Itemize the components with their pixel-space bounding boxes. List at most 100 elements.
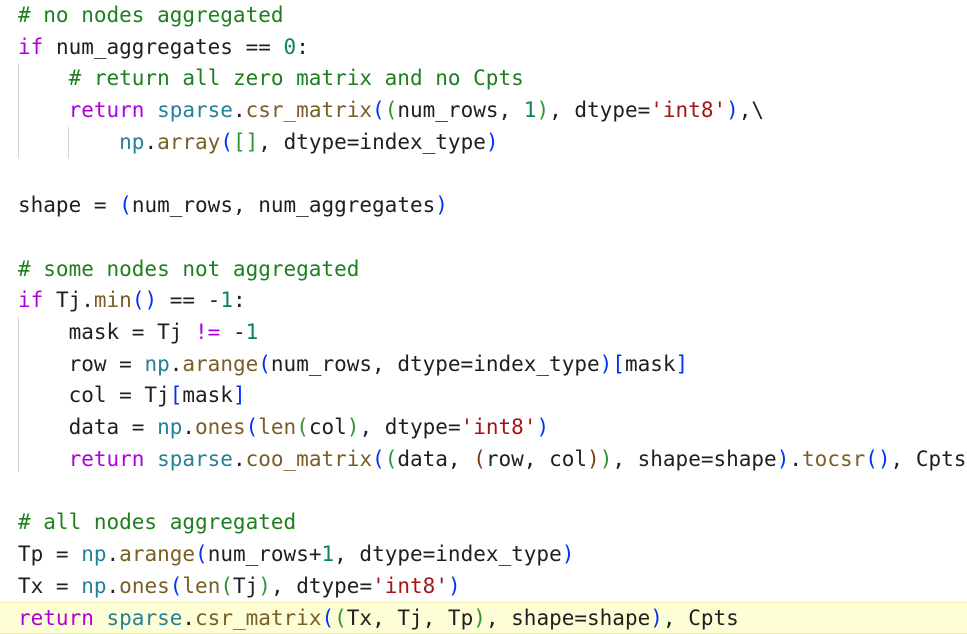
code-token: )	[258, 573, 271, 598]
code-token: 1	[245, 320, 259, 344]
code-token: (	[384, 446, 398, 471]
code-token: .	[182, 415, 196, 440]
code-token: sparse	[106, 606, 183, 631]
code-token: arange	[119, 541, 196, 566]
code-token: (	[220, 129, 233, 154]
code-token: len	[258, 415, 297, 440]
code-token: )	[587, 446, 600, 471]
code-line[interactable]	[0, 159, 967, 191]
code-token: np	[144, 351, 170, 376]
code-token: mask = Tj	[18, 320, 196, 344]
code-line[interactable]: Tx = np.ones(len(Tj), dtype='int8')	[0, 571, 967, 603]
code-token: []	[232, 129, 259, 154]
code-token: )	[536, 415, 550, 440]
code-token: (	[321, 606, 335, 631]
code-line[interactable]: row = np.arange(num_rows, dtype=index_ty…	[0, 349, 967, 381]
code-token: ]	[232, 383, 246, 408]
code-line-text: # all nodes aggregated	[18, 507, 296, 539]
code-line[interactable]: data = np.ones(len(col), dtype='int8')	[0, 412, 967, 444]
code-token: num_rows+	[207, 541, 322, 566]
code-line-text: Tx = np.ones(len(Tj), dtype='int8')	[18, 571, 461, 603]
code-token: mask	[624, 351, 676, 376]
code-token: coo_matrix	[245, 446, 373, 471]
code-line[interactable]: shape = (num_rows, num_aggregates)	[0, 190, 967, 222]
code-token: num_rows,	[397, 98, 524, 123]
code-token: .	[169, 351, 183, 376]
code-line[interactable]	[0, 222, 967, 254]
code-token: (	[119, 193, 132, 218]
code-line[interactable]: return sparse.coo_matrix((data, (row, co…	[0, 444, 967, 476]
code-token: )	[435, 193, 448, 218]
code-token: (	[258, 351, 271, 376]
code-token: 1	[523, 98, 537, 123]
code-token: .	[232, 98, 246, 123]
code-token: np	[81, 573, 107, 598]
code-line[interactable]: # all nodes aggregated	[0, 507, 967, 539]
code-token: (	[169, 573, 183, 598]
code-token: Tx, Tj, Tp	[346, 606, 474, 631]
code-token: (	[220, 573, 233, 598]
code-token: , dtype=index_type	[334, 541, 562, 566]
code-token: sparse	[157, 98, 233, 123]
code-token: [	[612, 351, 625, 376]
code-token: tocsr	[802, 446, 866, 471]
code-line-text: data = np.ones(len(col), dtype='int8')	[18, 412, 550, 444]
code-token: Tj.	[43, 288, 94, 313]
code-token: (	[245, 415, 259, 440]
code-line[interactable]: mask = Tj != -1	[0, 317, 967, 349]
code-editor[interactable]: # no nodes aggregated if num_aggregates =…	[0, 0, 967, 634]
code-line[interactable]: return sparse.csr_matrix((Tx, Tj, Tp), s…	[0, 602, 967, 634]
code-line[interactable]: if Tj.min() == -1:	[0, 285, 967, 317]
code-line-text: # no nodes aggregated	[18, 0, 284, 32]
code-token: shape =	[18, 193, 120, 218]
code-token: sparse	[157, 446, 233, 471]
code-token: 'int8'	[650, 98, 727, 123]
code-token: )	[726, 98, 739, 123]
code-token: return	[68, 98, 145, 123]
code-token: csr_matrix	[245, 98, 373, 123]
code-line-text: return sparse.coo_matrix((data, (row, co…	[18, 444, 967, 476]
code-token: data,	[397, 446, 474, 471]
code-line-text: np.array([], dtype=index_type)	[18, 127, 498, 159]
code-token: .	[182, 606, 196, 631]
code-token: row =	[18, 351, 145, 376]
code-token: .	[232, 446, 246, 471]
code-line[interactable]: # no nodes aggregated	[0, 0, 967, 32]
code-token: )	[776, 446, 790, 471]
code-token: ,\	[738, 98, 765, 123]
code-token: -	[220, 320, 246, 344]
code-token: 'int8'	[372, 573, 448, 598]
code-line-text: if num_aggregates == 0:	[18, 32, 309, 64]
code-line-text: # return all zero matrix and no Cpts	[18, 63, 524, 95]
code-line-text: return sparse.csr_matrix((Tx, Tj, Tp), s…	[18, 603, 739, 634]
code-line[interactable]: np.array([], dtype=index_type)	[0, 127, 967, 159]
code-token: 1	[220, 288, 233, 313]
code-line-text: col = Tj[mask]	[18, 380, 246, 412]
code-token: # some nodes not aggregated	[18, 256, 360, 281]
code-token: :	[232, 288, 246, 313]
code-token: , Cpts	[662, 606, 739, 631]
code-line[interactable]: # return all zero matrix and no Cpts	[0, 63, 967, 95]
code-token: .	[106, 541, 120, 566]
code-token: !=	[195, 320, 221, 344]
code-token: :	[296, 34, 309, 59]
code-token: col = Tj	[18, 383, 170, 408]
code-token: return	[18, 606, 94, 631]
code-token: ]	[675, 351, 689, 376]
code-line-text: Tp = np.arange(num_rows+1, dtype=index_t…	[18, 539, 574, 571]
code-line[interactable]	[0, 476, 967, 508]
code-token: (	[473, 446, 486, 471]
code-line[interactable]: if num_aggregates == 0:	[0, 32, 967, 64]
code-line[interactable]: col = Tj[mask]	[0, 380, 967, 412]
code-line-text: if Tj.min() == -1:	[18, 285, 246, 317]
code-token: row, col	[485, 446, 588, 471]
code-line[interactable]: return sparse.csr_matrix((num_rows, 1), …	[0, 95, 967, 127]
code-token: len	[182, 573, 221, 598]
code-line[interactable]: # some nodes not aggregated	[0, 254, 967, 286]
code-token: ones	[195, 415, 246, 440]
code-line[interactable]: Tp = np.arange(num_rows+1, dtype=index_t…	[0, 539, 967, 571]
